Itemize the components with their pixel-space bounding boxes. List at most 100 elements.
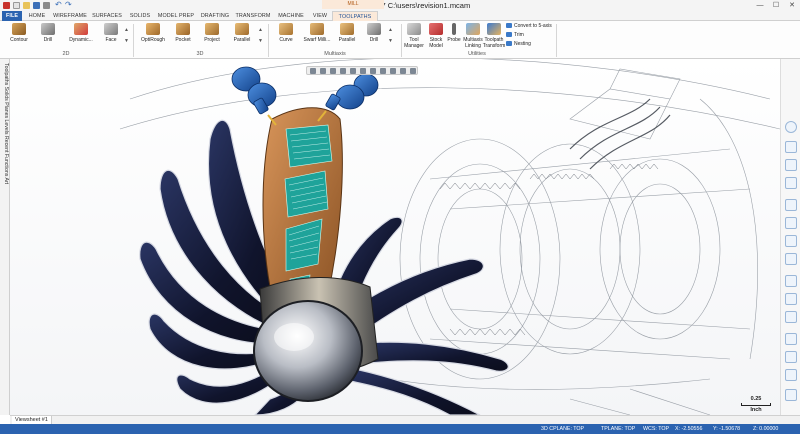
measure-icon[interactable]	[785, 351, 797, 363]
group-separator	[268, 24, 269, 57]
view-scale-indicator: 0.25 Inch	[741, 396, 771, 413]
chain-icon[interactable]	[350, 68, 356, 74]
tab-drafting[interactable]: DRAFTING	[198, 11, 232, 21]
project-button[interactable]: Project	[200, 23, 224, 49]
probe-icon	[452, 23, 456, 35]
tab-file[interactable]: FILE	[2, 11, 22, 21]
settings-icon[interactable]	[410, 68, 416, 74]
tool-manager-button[interactable]: Tool Manager	[404, 23, 424, 49]
zoom-window-icon[interactable]	[785, 159, 797, 171]
pocket-button[interactable]: Pocket	[172, 23, 194, 49]
nesting-button[interactable]: Nesting	[506, 41, 531, 47]
graphics-viewport[interactable]	[10, 59, 780, 415]
dynamic-button[interactable]: Dynamic...	[64, 23, 98, 49]
tplane-status[interactable]: TPLANE: TOP	[601, 425, 635, 433]
gallery-multiaxis-scroll[interactable]: ▲ ▼	[388, 25, 393, 47]
parallel-multiaxis-label: Parallel	[338, 37, 356, 43]
right-view-icon[interactable]	[785, 235, 797, 247]
parallel-multiaxis-button[interactable]: Parallel	[336, 23, 358, 49]
tab-machine[interactable]: MACHINE	[274, 11, 308, 21]
engine-pipes	[569, 98, 671, 170]
manager-tab-labels[interactable]: Toolpaths Solids Planes Levels Recent Fu…	[1, 63, 9, 184]
translucency-icon[interactable]	[785, 311, 797, 323]
viewsheet-tabs: Viewsheet #1	[10, 415, 800, 424]
optirough-icon	[146, 23, 160, 35]
drill-multiaxis-button[interactable]: Drill	[364, 23, 384, 49]
drill-2d-button[interactable]: Drill	[36, 23, 60, 49]
optirough-label: OptiRough	[141, 37, 165, 43]
zoom-fit-icon[interactable]	[785, 141, 797, 153]
drill-2d-label: Drill	[43, 37, 53, 43]
gallery-2d-scroll[interactable]: ▲ ▼	[124, 25, 129, 47]
quick-view-toolbar	[780, 59, 800, 415]
cplane-status[interactable]: 3D CPLANE: TOP	[541, 425, 584, 433]
analyze-icon[interactable]	[785, 333, 797, 345]
gear-icon[interactable]	[785, 121, 797, 133]
tab-surfaces[interactable]: SURFACES	[90, 11, 124, 21]
tab-wireframe[interactable]: WIREFRAME	[52, 11, 88, 21]
tab-transform[interactable]: TRANSFORM	[234, 11, 272, 21]
probe-button[interactable]: Probe	[446, 23, 462, 49]
tool-manager-label: Tool Manager	[404, 37, 424, 49]
maximize-button[interactable]: ☐	[768, 0, 784, 11]
pocket-icon	[176, 23, 190, 35]
curve-button[interactable]: Curve	[276, 23, 296, 49]
swarf-milling-label: Swarf Milli...	[303, 37, 331, 43]
select-all-icon[interactable]	[340, 68, 346, 74]
trim-icon	[506, 32, 512, 38]
face-label: Face	[105, 37, 117, 43]
tab-solids[interactable]: SOLIDS	[126, 11, 154, 21]
view-mini-toolbar	[306, 66, 418, 75]
unzoom-icon[interactable]	[785, 177, 797, 189]
pointer-icon[interactable]	[330, 68, 336, 74]
swarf-milling-button[interactable]: Swarf Milli...	[300, 23, 334, 49]
group-label-multiaxis: Multiaxis	[324, 51, 346, 57]
optirough-button[interactable]: OptiRough	[138, 23, 168, 49]
face-icon	[104, 23, 118, 35]
selection-icon[interactable]	[310, 68, 316, 74]
wireframe-icon[interactable]	[785, 275, 797, 287]
contour-button[interactable]: Contour	[6, 23, 32, 49]
scale-bar	[741, 403, 771, 406]
top-view-icon[interactable]	[785, 199, 797, 211]
multiaxis-linking-button[interactable]: Multiaxis Linking	[462, 23, 484, 49]
trim-button[interactable]: Trim	[506, 32, 524, 38]
close-button[interactable]: ✕	[784, 0, 800, 11]
tab-view[interactable]: VIEW	[310, 11, 330, 21]
stock-model-button[interactable]: Stock Model	[426, 23, 446, 49]
dynamic-icon	[74, 23, 88, 35]
manager-panel-tabs[interactable]: Toolpaths Solids Planes Levels Recent Fu…	[0, 59, 10, 415]
polygon-select-icon[interactable]	[370, 68, 376, 74]
project-label: Project	[204, 37, 220, 43]
drill-multiaxis-icon	[367, 23, 381, 35]
tab-home[interactable]: HOME	[24, 11, 50, 21]
contour-label: Contour	[10, 37, 28, 43]
scale-value: 0.25	[750, 396, 762, 402]
vector-select-icon[interactable]	[380, 68, 386, 74]
isometric-view-icon[interactable]	[785, 253, 797, 265]
gallery-3d-scroll[interactable]: ▲ ▼	[258, 25, 263, 47]
parallel-3d-label: Parallel	[233, 37, 251, 43]
shaded-icon[interactable]	[785, 293, 797, 305]
context-tab-group-label: MILL	[322, 0, 384, 9]
ribbon-tab-bar: FILE HOME WIREFRAME SURFACES SOLIDS MODE…	[0, 11, 800, 22]
multiaxis-linking-icon	[466, 23, 480, 35]
group-label-utilities: Utilities	[468, 51, 486, 57]
front-view-icon[interactable]	[785, 217, 797, 229]
wcs-status[interactable]: WCS: TOP	[643, 425, 669, 433]
delete-icon[interactable]	[785, 389, 797, 401]
minimize-button[interactable]: —	[752, 0, 768, 11]
tab-model-prep[interactable]: MODEL PREP	[156, 11, 196, 21]
window-select-icon[interactable]	[360, 68, 366, 74]
unselect-icon[interactable]	[400, 68, 406, 74]
filter-icon[interactable]	[320, 68, 326, 74]
convert-to-5-axis-button[interactable]: Convert to 5-axis	[506, 23, 552, 29]
area-select-icon[interactable]	[390, 68, 396, 74]
face-button[interactable]: Face	[100, 23, 122, 49]
parallel-3d-button[interactable]: Parallel	[230, 23, 254, 49]
convert-to-5-axis-label: Convert to 5-axis	[514, 23, 552, 29]
viewsheet-tab[interactable]: Viewsheet #1	[12, 416, 52, 424]
clear-colors-icon[interactable]	[785, 369, 797, 381]
x-coordinate: X: -2.50556	[675, 426, 703, 432]
toolpath-transform-button[interactable]: Toolpath Transform	[483, 23, 505, 49]
